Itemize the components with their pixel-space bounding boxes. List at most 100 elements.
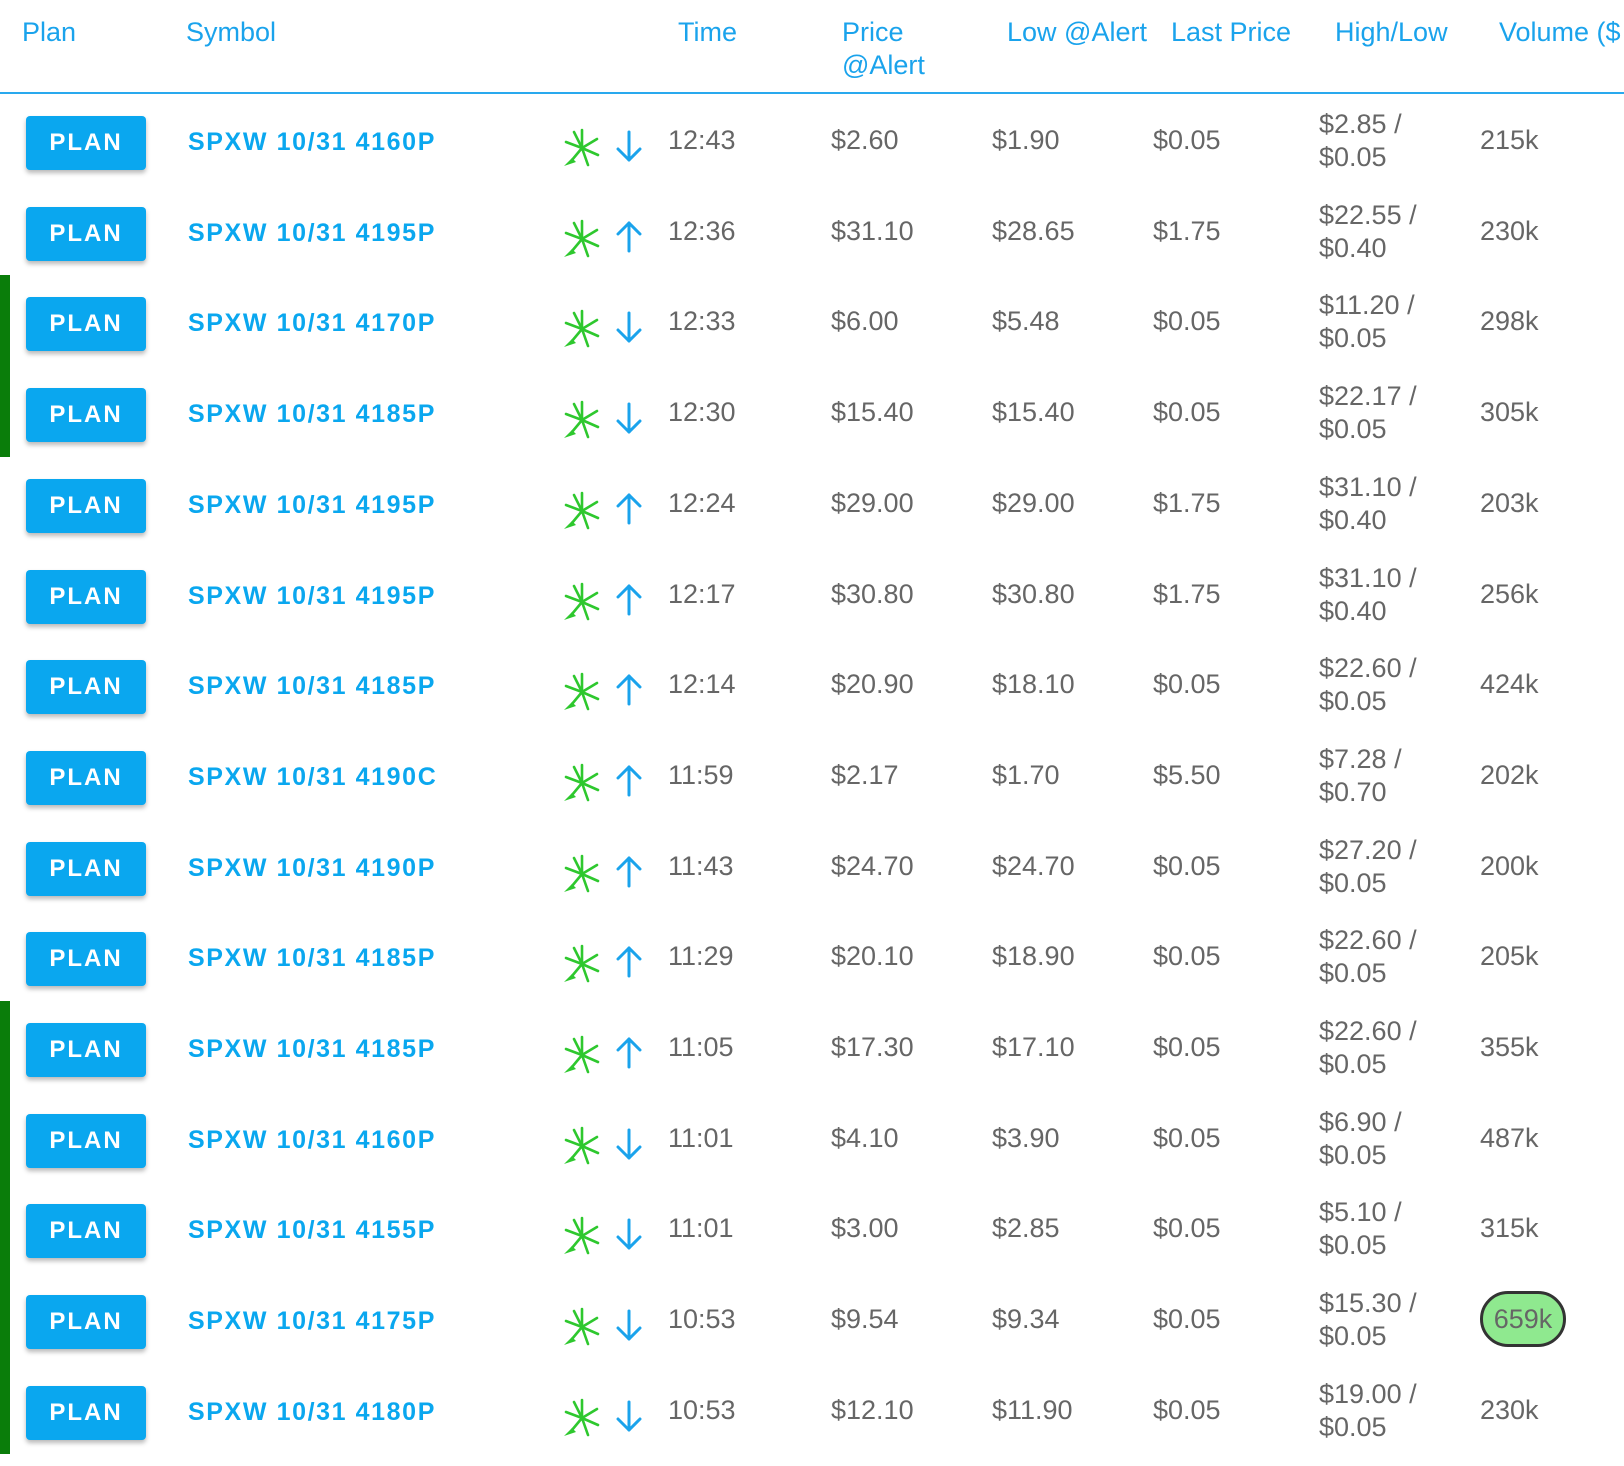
plan-button[interactable]: PLAN [26,1113,146,1168]
table-row: PLAN SPXW 10/31 4195P 12:24 $29.00 $29.0… [0,457,1624,548]
arrow-up-icon [616,946,642,978]
plan-button[interactable]: PLAN [26,297,146,352]
table-row: PLAN SPXW 10/31 4185P 12:30 $15.40 $15.4… [0,366,1624,457]
symbol-link[interactable]: SPXW 10/31 4195P [188,582,436,611]
spark-icon [564,672,600,711]
plan-button[interactable]: PLAN [26,116,146,170]
low-alert-cell: $18.10 [992,669,1075,700]
table-row: PLAN SPXW 10/31 4170P 12:33 $6.00 $5.48 … [0,275,1624,367]
high-low-cell: $7.28 / $0.70 [1319,743,1402,807]
header-low-alert[interactable]: Low @Alert [1007,16,1147,49]
price-alert-cell: $30.80 [831,578,914,609]
table-row: PLAN SPXW 10/31 4160P 11:01 $4.10 $3.90 … [0,1091,1624,1183]
volume-cell: 230k [1480,215,1539,246]
plan-button[interactable]: PLAN [26,478,146,533]
table-row: PLAN SPXW 10/31 4180P 10:53 $12.10 $11.9… [0,1363,1624,1455]
last-price-cell: $0.05 [1153,850,1221,881]
price-alert-cell: $2.60 [831,125,899,155]
plan-button[interactable]: PLAN [26,206,146,261]
high-low-cell: $6.90 / $0.05 [1319,1106,1402,1170]
low-alert-cell: $5.48 [992,306,1060,337]
table-row: PLAN SPXW 10/31 4185P 11:05 $17.30 $17.1… [0,1001,1624,1092]
spark-icon [564,854,600,892]
price-alert-cell: $9.54 [831,1304,899,1335]
plan-button[interactable]: PLAN [26,1385,146,1440]
high-low-cell: $5.10 / $0.05 [1319,1197,1402,1261]
symbol-link[interactable]: SPXW 10/31 4195P [188,491,436,520]
table-row: PLAN SPXW 10/31 4190C 11:59 $2.17 $1.70 … [0,729,1624,820]
volume-cell: 487k [1480,1122,1539,1153]
volume-cell: 424k [1480,669,1539,700]
symbol-link[interactable]: SPXW 10/31 4170P [188,309,436,338]
header-time[interactable]: Time [678,16,737,49]
symbol-link[interactable]: SPXW 10/31 4190C [188,763,437,792]
table-header: Plan Symbol Time Price @Alert Low @Alert… [0,0,1624,94]
spark-icon [564,1217,600,1255]
header-last-price[interactable]: Last Price [1171,16,1291,49]
arrow-down-icon [616,1309,642,1341]
last-price-cell: $0.05 [1153,1032,1221,1062]
symbol-link[interactable]: SPXW 10/31 4155P [188,1216,436,1245]
plan-button[interactable]: PLAN [26,750,146,805]
row-marker [0,1273,10,1364]
plan-button[interactable]: PLAN [26,1023,146,1077]
plan-button[interactable]: PLAN [26,388,146,443]
symbol-link[interactable]: SPXW 10/31 4185P [188,400,436,429]
spark-icon [564,310,600,348]
high-low-cell: $22.17 / $0.05 [1319,381,1417,445]
high-low-cell: $19.00 / $0.05 [1319,1378,1417,1442]
time-cell: 12:30 [668,397,736,428]
high-low-cell: $2.85 / $0.05 [1319,109,1402,172]
spark-icon [564,491,600,530]
price-alert-cell: $24.70 [831,850,914,881]
price-alert-cell: $31.10 [831,215,914,246]
plan-button[interactable]: PLAN [26,569,146,624]
header-price-alert[interactable]: Price @Alert [842,16,925,82]
high-low-cell: $22.60 / $0.05 [1319,1016,1417,1079]
price-alert-cell: $3.00 [831,1213,899,1244]
low-alert-cell: $17.10 [992,1032,1075,1062]
header-volume[interactable]: Volume ($ [1499,16,1621,49]
spark-icon [564,1307,600,1346]
volume-highlight-badge: 659k [1480,1291,1566,1348]
plan-button[interactable]: PLAN [26,1204,146,1259]
symbol-link[interactable]: SPXW 10/31 4185P [188,1035,436,1064]
plan-button[interactable]: PLAN [26,660,146,715]
arrow-down-icon [616,402,642,434]
spark-icon [564,219,600,257]
plan-button[interactable]: PLAN [26,1295,146,1350]
time-cell: 11:29 [668,941,734,972]
row-marker [0,275,10,367]
price-alert-cell: $20.10 [831,941,914,972]
volume-cell: 298k [1480,306,1539,337]
row-marker [0,1182,10,1274]
row-marker [0,366,10,457]
table-row: PLAN SPXW 10/31 4185P 12:14 $20.90 $18.1… [0,638,1624,729]
symbol-link[interactable]: SPXW 10/31 4180P [188,1398,436,1427]
high-low-cell: $22.60 / $0.05 [1319,925,1417,989]
last-price-cell: $0.05 [1153,125,1221,155]
symbol-link[interactable]: SPXW 10/31 4175P [188,1307,436,1336]
low-alert-cell: $28.65 [992,215,1075,246]
last-price-cell: $0.05 [1153,941,1221,972]
header-plan[interactable]: Plan [22,16,76,49]
symbol-link[interactable]: SPXW 10/31 4195P [188,219,436,248]
volume-cell: 305k [1480,397,1539,428]
header-symbol[interactable]: Symbol [186,16,276,49]
price-alert-cell: $12.10 [831,1394,914,1425]
symbol-link[interactable]: SPXW 10/31 4160P [188,1126,436,1155]
price-alert-cell: $29.00 [831,487,914,518]
time-cell: 11:59 [668,759,734,790]
symbol-link[interactable]: SPXW 10/31 4185P [188,672,436,701]
symbol-link[interactable]: SPXW 10/31 4190P [188,854,436,883]
header-high-low[interactable]: High/Low [1335,16,1448,49]
arrow-down-icon [616,1128,642,1160]
plan-button[interactable]: PLAN [26,841,146,896]
plan-button[interactable]: PLAN [26,932,146,987]
low-alert-cell: $18.90 [992,941,1075,972]
spark-icon [564,1126,600,1164]
symbol-link[interactable]: SPXW 10/31 4160P [188,128,436,157]
symbol-link[interactable]: SPXW 10/31 4185P [188,944,436,973]
low-alert-cell: $24.70 [992,850,1075,881]
row-marker [0,1001,10,1092]
